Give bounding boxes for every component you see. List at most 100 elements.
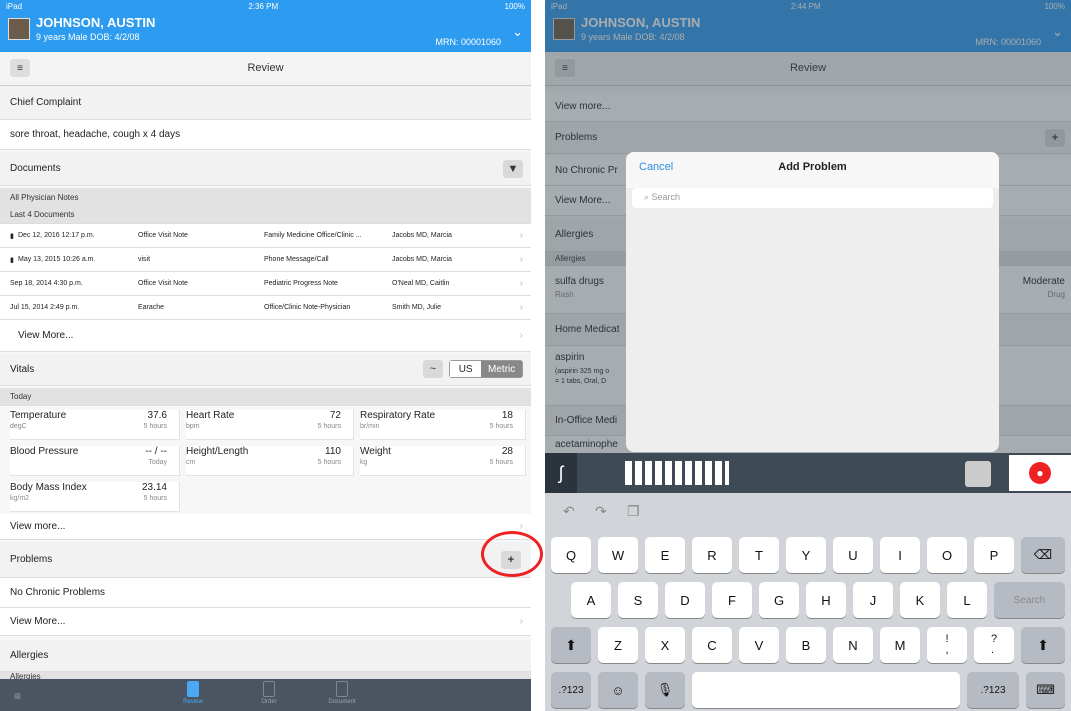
vital-time: 5 hours (489, 459, 513, 466)
chevron-right-icon: › (519, 302, 523, 313)
key-k[interactable]: K (900, 582, 940, 618)
documents-view-more[interactable]: View More... › (0, 320, 531, 352)
chevron-down-icon[interactable]: ⌄ (512, 24, 523, 40)
key-t[interactable]: T (739, 537, 779, 573)
tab-order[interactable]: Order (254, 681, 284, 705)
microphone-button[interactable]: ● (1009, 455, 1071, 491)
numbers-key[interactable]: .?123 (967, 672, 1019, 708)
status-bar: iPad 2:44 PM 100% (545, 0, 1071, 12)
key-n[interactable]: N (833, 627, 873, 663)
key-i[interactable]: I (880, 537, 920, 573)
filter-icon[interactable]: ▼ (503, 160, 523, 178)
allergy-severity: Moderate (1022, 276, 1065, 287)
search-key[interactable]: Search (994, 582, 1065, 618)
doc-category: Pediatric Progress Note (264, 280, 338, 287)
vital-cell[interactable]: Respiratory Rate br/min 18 5 hours (360, 410, 526, 440)
numbers-key[interactable]: .?123 (551, 672, 591, 708)
microphone-icon: ● (1029, 462, 1051, 484)
vitals-header: Vitals ~ US Metric (0, 354, 531, 386)
key-s[interactable]: S (618, 582, 658, 618)
tab-review[interactable]: Review (178, 681, 208, 705)
metric-units-button[interactable]: Metric (481, 361, 522, 377)
vital-value: 23.14 (141, 482, 167, 493)
key-v[interactable]: V (739, 627, 779, 663)
vital-time: Today (148, 459, 167, 466)
vital-cell[interactable]: Temperature degC 37.6 5 hours (10, 410, 180, 440)
key-e[interactable]: E (645, 537, 685, 573)
space-bar[interactable] (692, 672, 960, 708)
vital-cell[interactable]: Weight kg 28 5 hours (360, 446, 526, 476)
battery: 100% (504, 1, 525, 11)
vitals-view-more[interactable]: View more... › (0, 514, 531, 540)
microphone-icon[interactable]: 🎙 (645, 672, 685, 708)
key-l[interactable]: L (947, 582, 987, 618)
document-row[interactable]: ▮ Dec 12, 2016 12:17 p.m. Office Visit N… (0, 224, 531, 248)
trend-graph-icon[interactable]: ~ (423, 360, 443, 378)
doc-date: May 13, 2015 10:26 a.m. (18, 256, 96, 263)
document-row[interactable]: ▮ May 13, 2015 10:26 a.m. visit Phone Me… (0, 248, 531, 272)
patient-demographics: 9 years Male DOB: 4/2/08 (581, 32, 685, 42)
document-row[interactable]: Sep 18, 2014 4:30 p.m. Office Visit Note… (0, 272, 531, 296)
key-z[interactable]: Z (598, 627, 638, 663)
chevron-right-icon: › (519, 254, 523, 265)
clock: 2:44 PM (790, 1, 821, 11)
add-problem-button[interactable]: + (1045, 129, 1065, 147)
vital-cell[interactable]: Body Mass Index kg/m2 23.14 5 hours (10, 482, 180, 512)
vital-cell[interactable]: Blood Pressure -- / -- Today (10, 446, 180, 476)
chief-complaint-text[interactable]: sore throat, headache, cough x 4 days (0, 120, 531, 150)
tab-document[interactable]: Document (324, 681, 360, 705)
vital-label: Body Mass Index (10, 482, 87, 493)
redo-icon[interactable]: ↷ (595, 503, 607, 520)
key-b[interactable]: B (786, 627, 826, 663)
vital-cell[interactable]: Heart Rate bpm 72 5 hours (186, 410, 354, 440)
dragon-logo-icon[interactable]: ʃ (545, 453, 577, 493)
key-p[interactable]: P (974, 537, 1014, 573)
modal-title: Add Problem (778, 161, 847, 173)
review-icon (187, 681, 199, 697)
patient-header[interactable]: JOHNSON, AUSTIN 9 years Male DOB: 4/2/08… (0, 12, 531, 52)
key-r[interactable]: R (692, 537, 732, 573)
key-y[interactable]: Y (786, 537, 826, 573)
doc-author: Jacobs MD, Marcia (392, 256, 452, 263)
key-h[interactable]: H (806, 582, 846, 618)
chevron-down-icon[interactable]: ⌄ (1052, 24, 1063, 40)
patient-header[interactable]: JOHNSON, AUSTIN 9 years Male DOB: 4/2/08… (545, 12, 1071, 52)
vital-cell[interactable]: Height/Length cm 110 5 hours (186, 446, 354, 476)
key-d[interactable]: D (665, 582, 705, 618)
emoji-icon[interactable]: ☺ (598, 672, 638, 708)
vital-time: 5 hours (143, 495, 167, 502)
document-row[interactable]: Jul 15, 2014 2:49 p.m. Earache Office/Cl… (0, 296, 531, 320)
key-question[interactable]: ? . (974, 627, 1014, 663)
hamburger-icon[interactable]: ≡ (14, 689, 21, 703)
keyboard-icon[interactable] (965, 461, 991, 487)
key-o[interactable]: O (927, 537, 967, 573)
key-exclaim[interactable]: ! , (927, 627, 967, 663)
key-q[interactable]: Q (551, 537, 591, 573)
view-more-row[interactable]: View more... (545, 92, 1071, 122)
vital-unit: bpm (186, 423, 200, 430)
doc-category: Office/Clinic Note-Physician (264, 304, 351, 311)
undo-icon[interactable]: ↶ (563, 503, 575, 520)
key-w[interactable]: W (598, 537, 638, 573)
key-f[interactable]: F (712, 582, 752, 618)
clock: 2:36 PM (248, 1, 279, 11)
key-j[interactable]: J (853, 582, 893, 618)
key-c[interactable]: C (692, 627, 732, 663)
shift-icon[interactable]: ⬆ (551, 627, 591, 663)
key-u[interactable]: U (833, 537, 873, 573)
hide-keyboard-icon[interactable]: ⌨ (1026, 672, 1065, 708)
key-a[interactable]: A (571, 582, 611, 618)
units-segmented-control: US Metric (449, 360, 523, 378)
key-m[interactable]: M (880, 627, 920, 663)
shift-icon[interactable]: ⬆ (1021, 627, 1065, 663)
key-x[interactable]: X (645, 627, 685, 663)
backspace-icon[interactable]: ⌫ (1021, 537, 1065, 573)
doc-type: visit (138, 256, 151, 263)
problems-view-more[interactable]: View More... › (0, 608, 531, 636)
key-g[interactable]: G (759, 582, 799, 618)
paste-icon[interactable]: ❐ (627, 503, 640, 520)
carrier: iPad (6, 1, 23, 11)
vital-time: 5 hours (317, 423, 341, 430)
us-units-button[interactable]: US (450, 361, 482, 377)
search-input[interactable]: ⌕ Search (632, 188, 993, 208)
